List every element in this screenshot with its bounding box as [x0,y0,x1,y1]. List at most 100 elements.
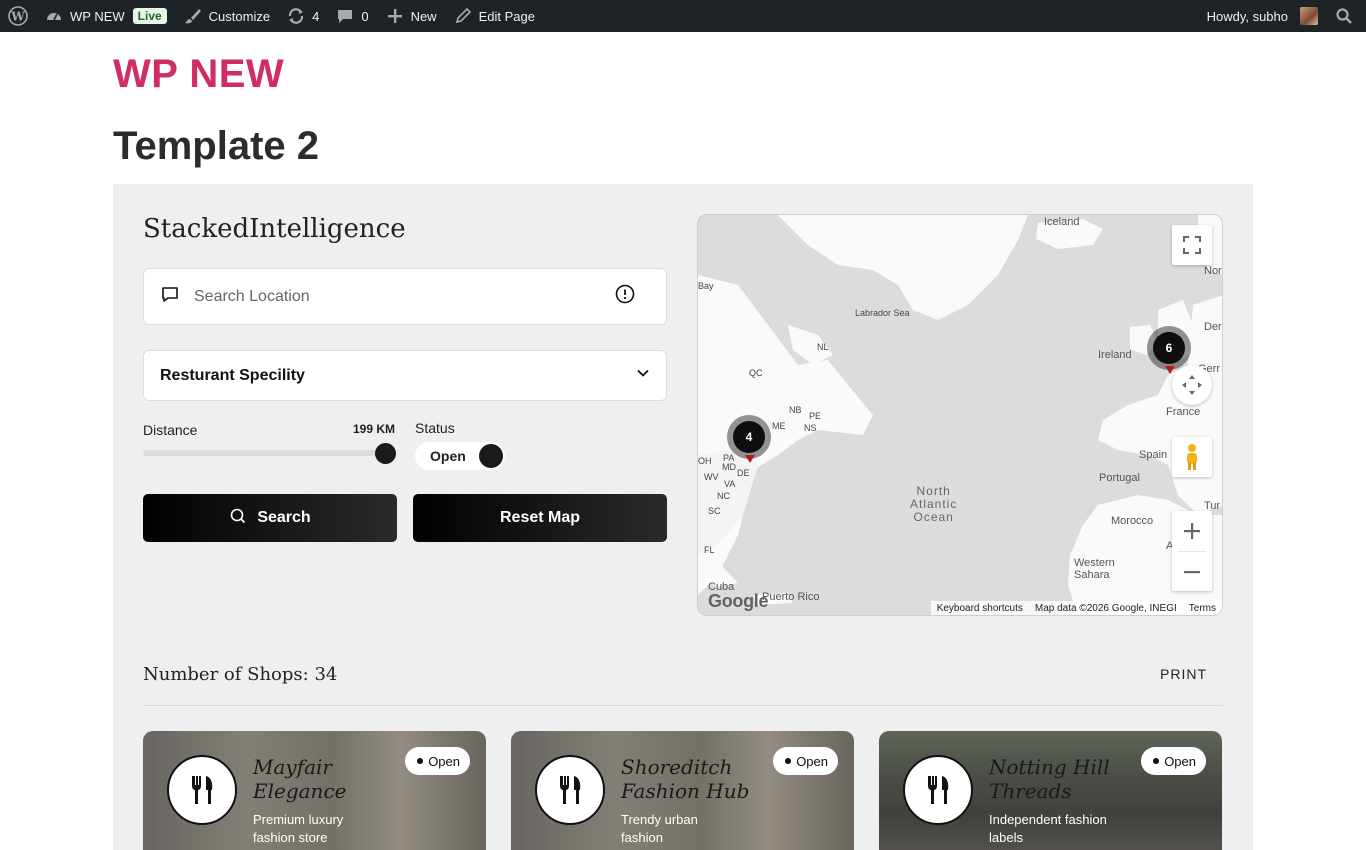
my-account-menu[interactable]: Howdy, subho [1199,0,1326,32]
zoom-in-button[interactable] [1172,511,1212,551]
shop-card[interactable]: Notting Hill Threads Independent fashion… [879,731,1222,850]
shop-title[interactable]: Mayfair Elegance [253,755,403,803]
site-name-label: WP NEW [70,8,125,24]
map-label-pe: PE [809,411,822,421]
map-label-va: VA [724,479,736,489]
map-cluster[interactable]: 6 [1147,326,1191,370]
map-label-denmark-partial: Der [1204,321,1222,333]
zoom-out-button[interactable] [1172,552,1212,592]
map-label-morocco: Morocco [1111,515,1154,527]
map-label-labrador-sea: Labrador Sea [855,308,910,318]
specialty-select[interactable]: Resturant Specility [143,350,667,401]
comments-count: 0 [361,8,369,24]
map-label-me: ME [772,421,786,431]
pan-arrows-icon [1182,375,1202,395]
camera-control-button[interactable] [1172,365,1212,405]
updates-count: 4 [312,8,320,24]
locate-icon[interactable] [614,283,636,310]
map-label-sc: SC [708,506,721,516]
map-label-norway-partial: Nor [1204,265,1222,277]
status-badge-label: Open [796,753,828,769]
status-label: Status [415,420,455,436]
shop-title[interactable]: Notting Hill Threads [989,755,1139,803]
map-label-ocean: North Atlantic Ocean [910,484,958,524]
search-button-label: Search [257,509,311,526]
brush-icon [183,6,203,26]
reset-map-button[interactable]: Reset Map [413,494,667,542]
results-divider [143,705,1223,706]
wp-logo-menu[interactable]: W [0,0,36,32]
map-label-ns: NS [804,423,817,433]
plus-icon [385,6,405,26]
comment-icon [335,6,355,26]
status-badge: Open [773,747,838,775]
map-land-shapes [698,215,1222,615]
customize-link[interactable]: Customize [175,0,278,32]
page-title: Template 2 [113,124,319,168]
fork-knife-icon [535,755,605,825]
map-label-nc: NC [717,491,730,501]
zoom-controls [1172,511,1212,591]
chevron-down-icon [636,366,650,385]
status-badge-label: Open [1164,753,1196,769]
pencil-icon [453,6,473,26]
site-name-menu[interactable]: WP NEW Live [36,0,175,32]
shop-card[interactable]: Shoreditch Fashion Hub Trendy urban fash… [511,731,854,850]
new-content-menu[interactable]: New [377,0,445,32]
street-view-pegman[interactable] [1172,437,1212,477]
map-data-attribution: Map data ©2026 Google, INEGI [1034,602,1177,614]
brand-title: StackedIntelligence [143,214,406,244]
status-badge-label: Open [428,753,460,769]
svg-text:W: W [10,10,25,24]
map-label-wv: WV [704,472,719,482]
map-label-puerto-rico: Puerto Rico [762,591,820,603]
comments-link[interactable]: 0 [327,0,376,32]
status-dot [417,758,424,764]
map-label-nb: NB [789,405,802,415]
terms-link[interactable]: Terms [1189,603,1216,614]
distance-slider-track[interactable] [143,450,395,456]
shop-description: Trendy urban fashion [621,812,698,845]
print-button[interactable]: PRINT [1160,666,1207,682]
status-toggle-label: Open [430,448,466,464]
minus-icon [1184,571,1200,574]
edit-page-label: Edit Page [478,8,535,24]
map-label-qc: QC [749,368,763,378]
map-label-france: France [1166,406,1201,418]
map-label-spain: Spain [1139,449,1168,461]
distance-slider-handle[interactable] [375,443,396,464]
reset-map-label: Reset Map [499,509,581,526]
search-button[interactable]: Search [143,494,397,542]
map-label-oh: OH [698,456,712,466]
map-marker-pin [1165,366,1175,374]
shops-count: Number of Shops: 34 [143,664,338,685]
admin-search-button[interactable] [1326,0,1366,32]
updates-link[interactable]: 4 [278,0,327,32]
shop-description: Independent fashion labels [989,812,1107,845]
location-search-field[interactable] [143,268,667,325]
distance-value: 199 KM [353,422,396,436]
search-location-input[interactable] [194,287,614,306]
site-title[interactable]: WP NEW [113,52,284,97]
keyboard-shortcuts-link[interactable]: Keyboard shortcuts [937,603,1023,614]
fork-knife-icon [167,755,237,825]
status-dot [785,758,792,764]
pegman-icon [1187,444,1197,470]
live-badge: Live [132,8,167,24]
search-icon [229,507,247,530]
map-label-iceland: Iceland [1044,216,1080,228]
customize-label: Customize [208,8,271,24]
edit-page-link[interactable]: Edit Page [445,0,543,32]
fork-knife-icon [903,755,973,825]
fullscreen-button[interactable] [1172,225,1212,265]
shop-title[interactable]: Shoreditch Fashion Hub [621,755,771,803]
store-locator-panel: StackedIntelligence Resturant Specility … [113,184,1253,850]
greeting-label: Howdy, subho [1206,8,1288,24]
status-toggle[interactable]: Open [415,442,505,470]
shop-card[interactable]: Mayfair Elegance Premium luxury fashion … [143,731,486,850]
map-cluster[interactable]: 4 [727,415,771,459]
map-footer: Keyboard shortcuts Map data ©2026 Google… [930,601,1222,615]
shop-description: Premium luxury fashion store [253,812,344,845]
google-map[interactable]: Iceland Bay Labrador Sea NL QC NB PE ME … [697,214,1223,616]
message-icon [160,284,180,309]
